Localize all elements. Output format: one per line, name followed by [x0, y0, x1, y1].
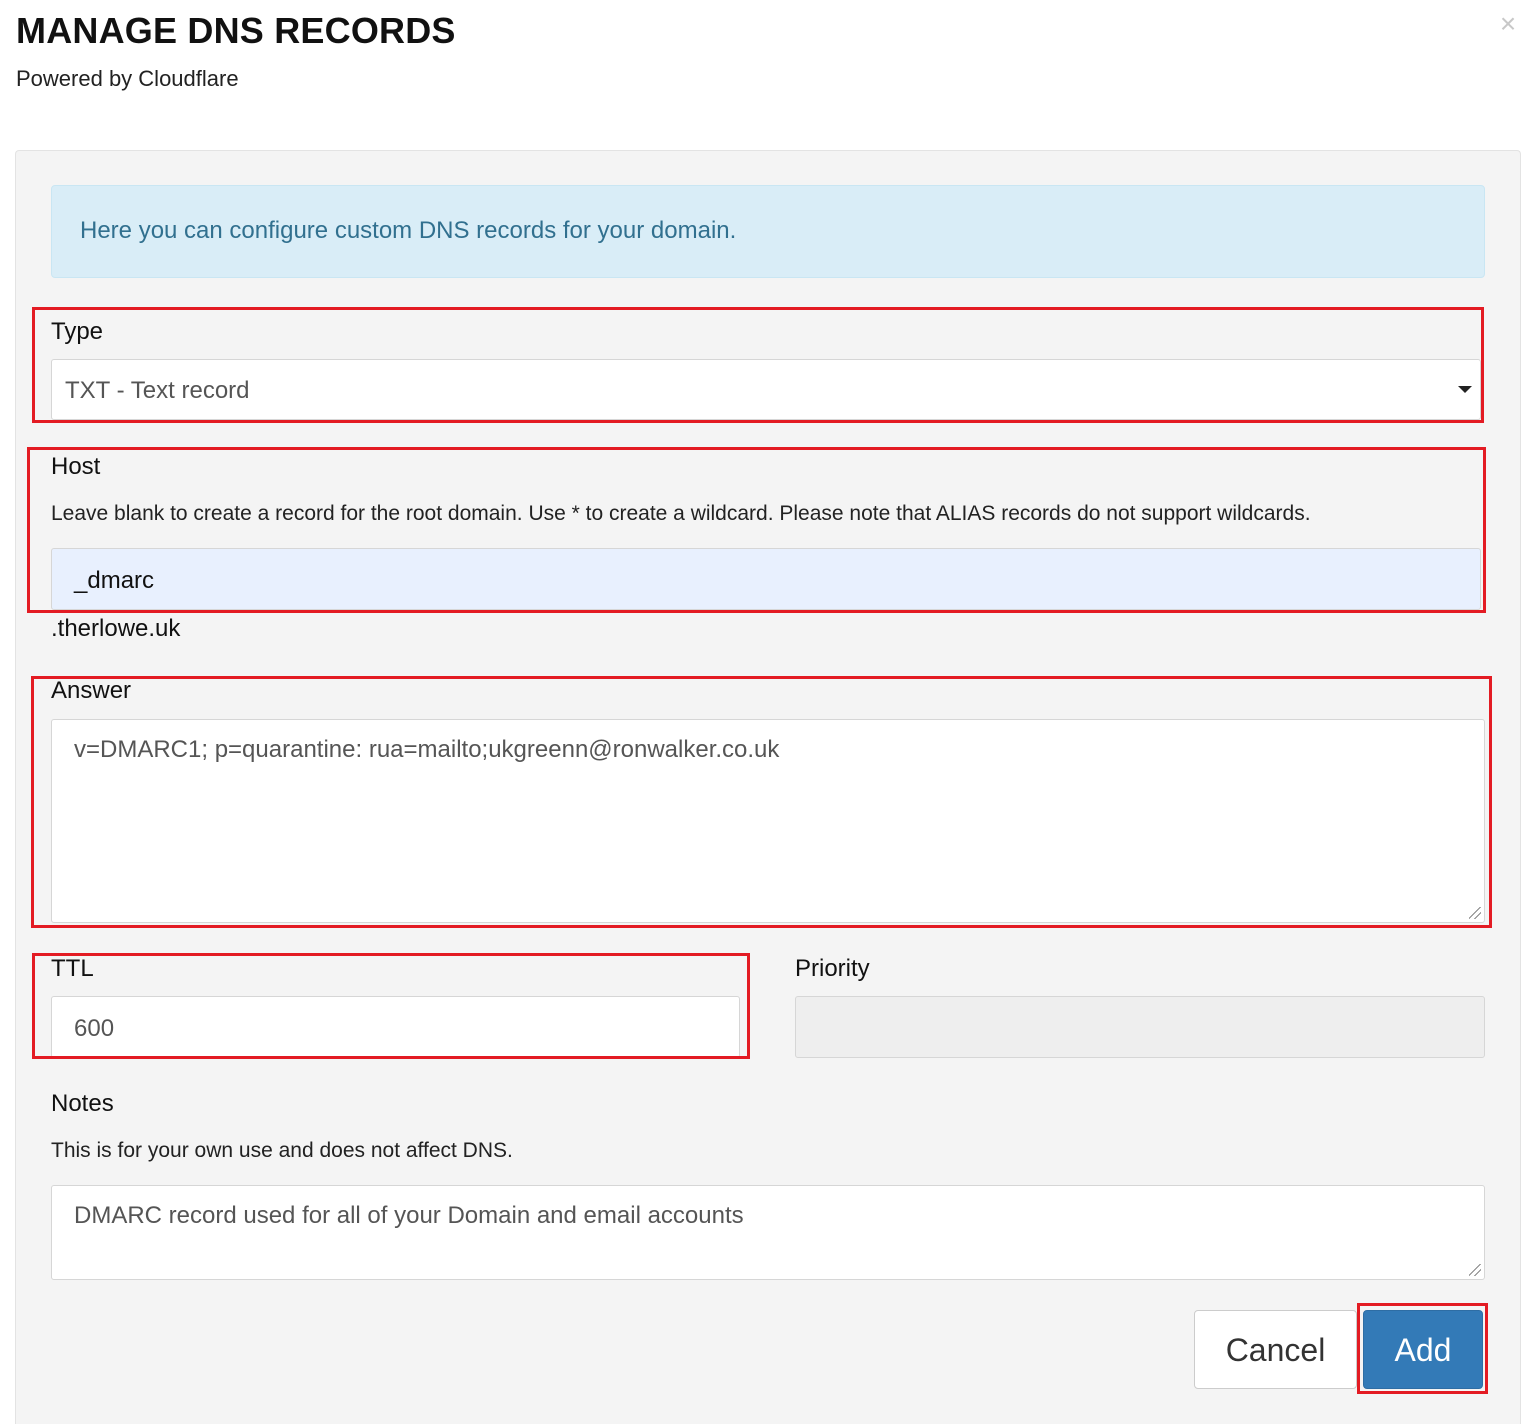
notes-textarea[interactable]: DMARC record used for all of your Domain…	[51, 1185, 1485, 1280]
modal-subtitle: Powered by Cloudflare	[16, 66, 239, 91]
manage-dns-modal: MANAGE DNS RECORDS Powered by Cloudflare…	[0, 0, 1521, 1424]
answer-textarea[interactable]: v=DMARC1; p=quarantine: rua=mailto;ukgre…	[51, 719, 1485, 923]
ttl-label: TTL	[51, 955, 94, 982]
answer-label: Answer	[51, 677, 132, 704]
host-input[interactable]: _dmarc	[51, 548, 1481, 610]
resize-grip-icon[interactable]	[1469, 1264, 1481, 1276]
close-icon[interactable]: ×	[1496, 10, 1520, 38]
host-label: Host	[51, 453, 101, 480]
type-selected-value: TXT - Text record	[65, 377, 250, 404]
modal-title: MANAGE DNS RECORDS	[16, 10, 456, 51]
host-help-text: Leave blank to create a record for the r…	[51, 502, 1311, 525]
info-alert: Here you can configure custom DNS record…	[51, 185, 1485, 278]
resize-grip-icon[interactable]	[1469, 907, 1481, 919]
notes-label: Notes	[51, 1090, 114, 1117]
cancel-button[interactable]: Cancel	[1194, 1310, 1357, 1389]
priority-label: Priority	[795, 955, 870, 982]
host-domain-suffix: .therlowe.uk	[51, 615, 181, 642]
host-value: _dmarc	[74, 567, 155, 594]
caret-down-icon	[1458, 386, 1472, 393]
answer-value: v=DMARC1; p=quarantine: rua=mailto;ukgre…	[74, 736, 780, 763]
notes-help-text: This is for your own use and does not af…	[51, 1139, 513, 1162]
ttl-value: 600	[74, 1015, 115, 1042]
type-select[interactable]: TXT - Text record	[51, 359, 1481, 420]
add-button[interactable]: Add	[1363, 1310, 1483, 1389]
notes-value: DMARC record used for all of your Domain…	[74, 1202, 744, 1229]
priority-input[interactable]	[795, 996, 1485, 1058]
ttl-input[interactable]: 600	[51, 996, 740, 1058]
type-label: Type	[51, 318, 104, 345]
